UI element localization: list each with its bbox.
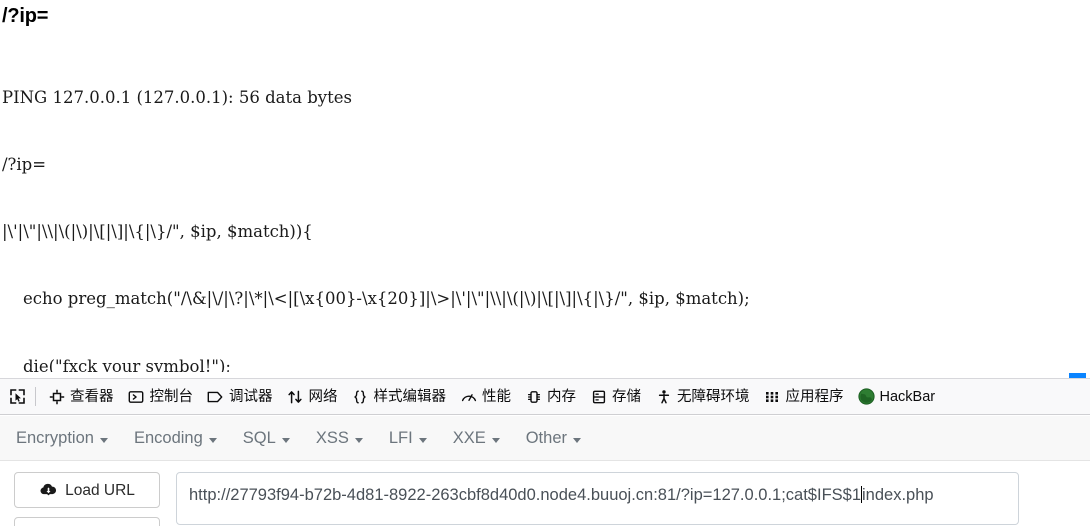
storage-icon [590,388,607,405]
tab-application[interactable]: 应用程序 [757,382,851,412]
tab-performance[interactable]: 性能 [453,382,518,412]
menu-sql-label: SQL [242,428,276,447]
tab-application-label: 应用程序 [785,388,844,405]
menu-lfi[interactable]: LFI [389,429,427,448]
code-line: PING 127.0.0.1 (127.0.0.1): 56 data byte… [2,87,352,107]
tab-accessibility[interactable]: 无障碍环境 [648,382,757,412]
hackbar-body: Load URL http://27793f94-b72b-4d81-8922-… [0,461,1090,526]
menu-encryption[interactable]: Encryption [16,429,108,448]
menu-other-label: Other [525,428,567,447]
hackbar-menu-bar: Encryption Encoding SQL XSS LFI XXE Othe… [0,416,1090,461]
chevron-down-icon [208,437,217,443]
menu-encryption-label: Encryption [16,428,94,447]
url-value-after-caret: index.php [862,486,934,504]
load-url-button[interactable]: Load URL [14,472,160,508]
debugger-icon [207,388,224,405]
menu-xss-label: XSS [315,428,349,447]
load-url-label: Load URL [65,481,135,499]
chevron-down-icon [354,437,363,443]
chevron-down-icon [281,437,290,443]
devtools-toolbar: 查看器 控制台 调试器 网络 样式编辑器 性能 内存 存储 无障碍环境 应用程序… [0,373,1090,415]
menu-xss[interactable]: XSS [316,429,363,448]
menu-lfi-label: LFI [388,428,413,447]
tab-debugger[interactable]: 调试器 [200,382,280,412]
tab-console[interactable]: 控制台 [121,382,201,412]
tab-memory-label: 内存 [547,388,576,405]
php-source-output: PING 127.0.0.1 (127.0.0.1): 56 data byte… [0,42,1090,372]
cloud-download-icon [39,482,58,498]
inspector-icon [48,388,65,405]
browser-page-content: /?ip= PING 127.0.0.1 (127.0.0.1): 56 dat… [0,0,1090,372]
tab-performance-label: 性能 [482,388,511,405]
chevron-down-icon [99,437,108,443]
tab-network[interactable]: 网络 [280,382,345,412]
tab-inspector[interactable]: 查看器 [41,382,121,412]
toolbar-divider [35,387,36,406]
active-panel-indicator [1069,373,1086,378]
chevron-down-icon [491,437,500,443]
tab-hackbar[interactable]: HackBar [851,382,943,412]
menu-encoding-label: Encoding [133,428,203,447]
code-line: echo preg_match("/\&|\/|\?|\*|\<|[\x{00}… [2,289,750,309]
code-line: |\'|\"|\\|\(|\)|\[|\]|\{|\}/", $ip, $mat… [2,222,313,242]
menu-other[interactable]: Other [526,429,581,448]
hackbar-panel: Encryption Encoding SQL XSS LFI XXE Othe… [0,416,1090,526]
tab-network-label: 网络 [308,388,338,405]
url-value-before-caret: http://27793f94-b72b-4d81-8922-263cbf8d4… [189,486,862,504]
menu-encoding[interactable]: Encoding [134,429,217,448]
menu-xxe-label: XXE [452,428,486,447]
application-icon [764,388,781,405]
page-title: /?ip= [2,5,49,27]
tab-accessibility-label: 无障碍环境 [677,388,750,405]
hackbar-action-column: Load URL [0,472,160,526]
url-input[interactable]: http://27793f94-b72b-4d81-8922-263cbf8d4… [176,472,1019,525]
style-editor-icon [352,388,369,405]
tab-storage-label: 存储 [612,388,641,405]
tab-inspector-label: 查看器 [70,388,114,405]
hackbar-globe-icon [857,388,875,405]
tab-memory[interactable]: 内存 [518,382,583,412]
accessibility-icon [655,388,672,405]
memory-icon [525,388,542,405]
hackbar-url-column: http://27793f94-b72b-4d81-8922-263cbf8d4… [160,472,1090,526]
chevron-down-icon [573,437,581,443]
code-line: /?ip= [2,155,47,175]
code-line: die("fxck your symbol!"); [2,356,231,372]
performance-icon [460,388,477,405]
element-picker-icon [9,388,26,405]
menu-xxe[interactable]: XXE [453,429,500,448]
tab-style-editor-label: 样式编辑器 [373,388,447,405]
tab-hackbar-label: HackBar [879,388,936,405]
tab-debugger-label: 调试器 [229,388,273,405]
tab-style-editor[interactable]: 样式编辑器 [345,382,454,412]
menu-sql[interactable]: SQL [243,429,290,448]
network-icon [287,388,304,405]
tab-console-label: 控制台 [149,388,194,405]
chevron-down-icon [418,437,427,443]
console-icon [128,388,145,405]
split-url-button[interactable] [14,517,160,526]
tab-storage[interactable]: 存储 [583,382,648,412]
element-picker-button[interactable] [4,382,32,412]
